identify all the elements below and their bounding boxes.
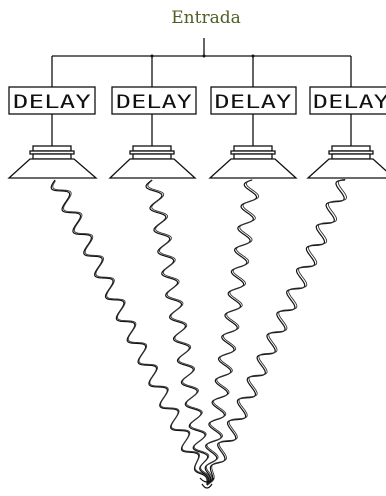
delay-label: DELAY xyxy=(215,91,292,113)
speaker-icon xyxy=(7,145,98,179)
speaker-delay-diagram: Entrada DELAY DELAY DELAY DELAY xyxy=(7,8,386,489)
channel-4: DELAY xyxy=(306,56,386,179)
sound-wave-2 xyxy=(145,179,210,486)
speaker-icon xyxy=(306,145,386,179)
speaker-icon xyxy=(208,145,298,179)
sound-wave-4-shadow xyxy=(207,178,347,486)
delay-label: DELAY xyxy=(13,91,91,113)
delay-label: DELAY xyxy=(313,91,386,113)
sound-wave-1 xyxy=(50,179,208,486)
junction-dot xyxy=(202,54,206,58)
delay-label: DELAY xyxy=(116,91,192,113)
sound-wave-2-shadow xyxy=(147,179,211,486)
channel-1: DELAY xyxy=(7,56,98,179)
speaker-icon xyxy=(108,145,197,179)
channel-2: DELAY xyxy=(108,56,197,179)
channel-3: DELAY xyxy=(208,56,298,179)
input-title: Entrada xyxy=(171,8,240,28)
sound-waves xyxy=(50,178,347,489)
sound-wave-3-shadow xyxy=(205,179,260,486)
sound-wave-3 xyxy=(204,179,258,486)
